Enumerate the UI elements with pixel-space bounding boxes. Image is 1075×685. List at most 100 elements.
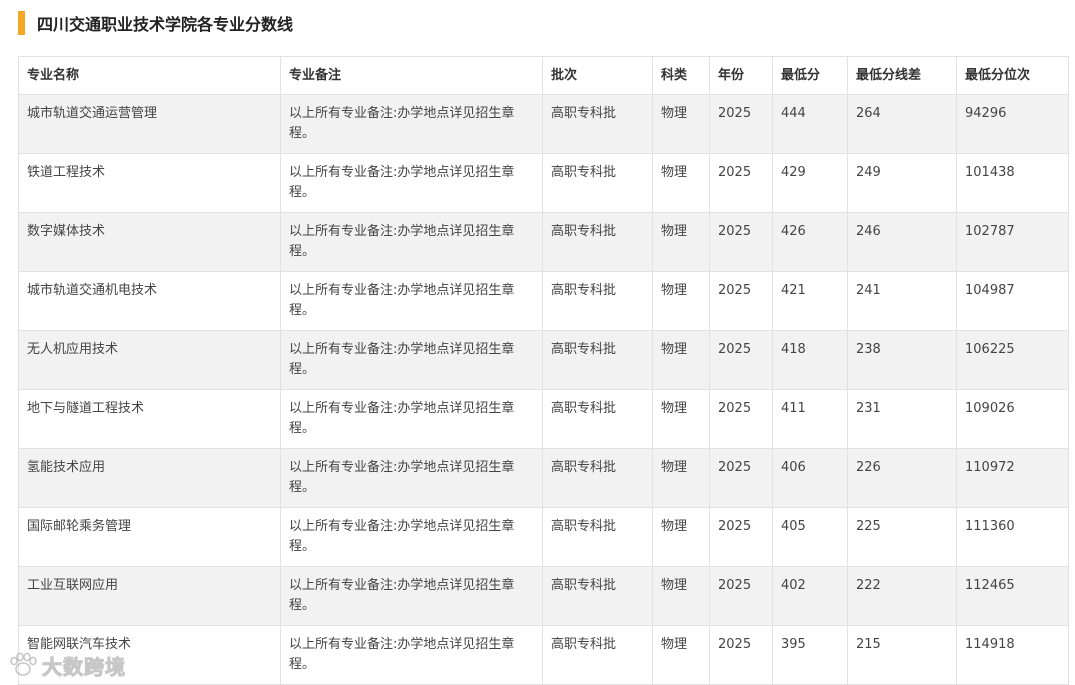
cell-subject: 物理 xyxy=(652,566,710,626)
score-table: 专业名称 专业备注 批次 科类 年份 最低分 最低分线差 最低分位次 城市轨道交… xyxy=(18,56,1069,685)
cell-major-note: 以上所有专业备注:办学地点详见招生章程。 xyxy=(280,566,543,626)
cell-min-score-diff: 238 xyxy=(847,330,957,390)
cell-min-rank: 94296 xyxy=(956,94,1069,154)
cell-year: 2025 xyxy=(709,507,773,567)
header-min-score: 最低分 xyxy=(772,56,848,95)
table-row: 城市轨道交通运营管理 以上所有专业备注:办学地点详见招生章程。 高职专科批 物理 202… xyxy=(18,94,1069,154)
cell-min-rank: 114918 xyxy=(956,625,1069,685)
cell-major-name: 工业互联网应用 xyxy=(18,566,281,626)
table-header: 专业名称 专业备注 批次 科类 年份 最低分 最低分线差 最低分位次 xyxy=(18,56,1069,95)
header-major-note: 专业备注 xyxy=(280,56,543,95)
cell-min-score: 429 xyxy=(772,153,848,213)
cell-min-score: 402 xyxy=(772,566,848,626)
cell-major-name: 氢能技术应用 xyxy=(18,448,281,508)
cell-major-name: 地下与隧道工程技术 xyxy=(18,389,281,449)
cell-subject: 物理 xyxy=(652,389,710,449)
cell-batch: 高职专科批 xyxy=(542,94,653,154)
cell-min-rank: 112465 xyxy=(956,566,1069,626)
table-row: 国际邮轮乘务管理 以上所有专业备注:办学地点详见招生章程。 高职专科批 物理 2025 4… xyxy=(18,507,1069,567)
cell-major-note: 以上所有专业备注:办学地点详见招生章程。 xyxy=(280,271,543,331)
cell-min-score: 405 xyxy=(772,507,848,567)
cell-major-name: 无人机应用技术 xyxy=(18,330,281,390)
cell-subject: 物理 xyxy=(652,212,710,272)
table-row: 地下与隧道工程技术 以上所有专业备注:办学地点详见招生章程。 高职专科批 物理 2025… xyxy=(18,389,1069,449)
cell-subject: 物理 xyxy=(652,448,710,508)
cell-subject: 物理 xyxy=(652,330,710,390)
cell-year: 2025 xyxy=(709,271,773,331)
cell-major-note: 以上所有专业备注:办学地点详见招生章程。 xyxy=(280,212,543,272)
header-min-rank: 最低分位次 xyxy=(956,56,1069,95)
cell-subject: 物理 xyxy=(652,94,710,154)
title-accent-bar xyxy=(18,11,25,35)
cell-min-rank: 106225 xyxy=(956,330,1069,390)
cell-year: 2025 xyxy=(709,625,773,685)
cell-major-note: 以上所有专业备注:办学地点详见招生章程。 xyxy=(280,153,543,213)
page-title: 四川交通职业技术学院各专业分数线 xyxy=(37,15,294,34)
cell-min-score: 421 xyxy=(772,271,848,331)
cell-batch: 高职专科批 xyxy=(542,153,653,213)
cell-subject: 物理 xyxy=(652,153,710,213)
cell-batch: 高职专科批 xyxy=(542,625,653,685)
cell-major-note: 以上所有专业备注:办学地点详见招生章程。 xyxy=(280,389,543,449)
cell-major-name: 数字媒体技术 xyxy=(18,212,281,272)
cell-min-score-diff: 249 xyxy=(847,153,957,213)
cell-year: 2025 xyxy=(709,94,773,154)
header-year: 年份 xyxy=(709,56,773,95)
cell-min-score-diff: 225 xyxy=(847,507,957,567)
page: 四川交通职业技术学院各专业分数线 专业名称 专业备注 批次 科类 年份 最低分 … xyxy=(0,0,1075,685)
cell-major-note: 以上所有专业备注:办学地点详见招生章程。 xyxy=(280,330,543,390)
cell-min-score-diff: 231 xyxy=(847,389,957,449)
cell-major-note: 以上所有专业备注:办学地点详见招生章程。 xyxy=(280,625,543,685)
cell-subject: 物理 xyxy=(652,625,710,685)
cell-min-score: 395 xyxy=(772,625,848,685)
cell-major-name: 城市轨道交通运营管理 xyxy=(18,94,281,154)
cell-batch: 高职专科批 xyxy=(542,566,653,626)
cell-min-score: 444 xyxy=(772,94,848,154)
score-table-container: 专业名称 专业备注 批次 科类 年份 最低分 最低分线差 最低分位次 城市轨道交… xyxy=(18,56,1069,685)
cell-min-score-diff: 264 xyxy=(847,94,957,154)
header-batch: 批次 xyxy=(542,56,653,95)
cell-year: 2025 xyxy=(709,153,773,213)
cell-min-rank: 111360 xyxy=(956,507,1069,567)
cell-batch: 高职专科批 xyxy=(542,389,653,449)
cell-min-score-diff: 215 xyxy=(847,625,957,685)
section-header: 四川交通职业技术学院各专业分数线 xyxy=(18,10,293,36)
cell-min-score-diff: 226 xyxy=(847,448,957,508)
header-row: 专业名称 专业备注 批次 科类 年份 最低分 最低分线差 最低分位次 xyxy=(18,56,1069,95)
header-subject: 科类 xyxy=(652,56,710,95)
cell-major-name: 国际邮轮乘务管理 xyxy=(18,507,281,567)
cell-min-rank: 104987 xyxy=(956,271,1069,331)
cell-min-rank: 109026 xyxy=(956,389,1069,449)
cell-major-name: 城市轨道交通机电技术 xyxy=(18,271,281,331)
header-min-score-diff: 最低分线差 xyxy=(847,56,957,95)
table-row: 城市轨道交通机电技术 以上所有专业备注:办学地点详见招生章程。 高职专科批 物理 202… xyxy=(18,271,1069,331)
cell-min-rank: 110972 xyxy=(956,448,1069,508)
table-body: 城市轨道交通运营管理 以上所有专业备注:办学地点详见招生章程。 高职专科批 物理 202… xyxy=(18,94,1069,685)
cell-year: 2025 xyxy=(709,566,773,626)
table-row: 工业互联网应用 以上所有专业备注:办学地点详见招生章程。 高职专科批 物理 2025 40… xyxy=(18,566,1069,626)
cell-year: 2025 xyxy=(709,212,773,272)
cell-min-score: 426 xyxy=(772,212,848,272)
cell-batch: 高职专科批 xyxy=(542,212,653,272)
cell-min-score-diff: 222 xyxy=(847,566,957,626)
cell-year: 2025 xyxy=(709,330,773,390)
cell-major-name: 智能网联汽车技术 xyxy=(18,625,281,685)
cell-min-rank: 102787 xyxy=(956,212,1069,272)
cell-min-score: 411 xyxy=(772,389,848,449)
cell-subject: 物理 xyxy=(652,507,710,567)
cell-batch: 高职专科批 xyxy=(542,271,653,331)
cell-major-note: 以上所有专业备注:办学地点详见招生章程。 xyxy=(280,448,543,508)
table-row: 氢能技术应用 以上所有专业备注:办学地点详见招生章程。 高职专科批 物理 2025 406… xyxy=(18,448,1069,508)
header-major-name: 专业名称 xyxy=(18,56,281,95)
cell-subject: 物理 xyxy=(652,271,710,331)
cell-batch: 高职专科批 xyxy=(542,507,653,567)
table-row: 无人机应用技术 以上所有专业备注:办学地点详见招生章程。 高职专科批 物理 2025 41… xyxy=(18,330,1069,390)
cell-major-note: 以上所有专业备注:办学地点详见招生章程。 xyxy=(280,94,543,154)
cell-year: 2025 xyxy=(709,389,773,449)
cell-min-rank: 101438 xyxy=(956,153,1069,213)
table-row: 数字媒体技术 以上所有专业备注:办学地点详见招生章程。 高职专科批 物理 2025 426… xyxy=(18,212,1069,272)
cell-min-score-diff: 246 xyxy=(847,212,957,272)
cell-min-score: 418 xyxy=(772,330,848,390)
cell-min-score-diff: 241 xyxy=(847,271,957,331)
cell-batch: 高职专科批 xyxy=(542,448,653,508)
